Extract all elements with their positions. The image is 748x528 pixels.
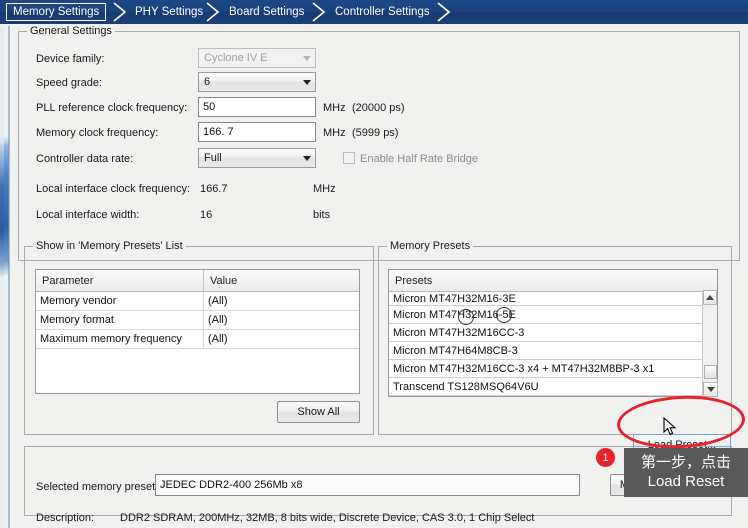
local-interface-width-value: 16 xyxy=(200,209,213,221)
show-in-memory-presets-list-title: Show in 'Memory Presets' List xyxy=(33,240,186,252)
memory-clock-frequency-value: 166. 7 xyxy=(203,126,234,138)
speed-grade-label: Speed grade: xyxy=(36,77,103,89)
pll-reference-clock-note: (20000 ps) xyxy=(352,102,405,114)
general-settings-group: General Settings xyxy=(18,25,740,261)
scroll-down-button[interactable] xyxy=(703,382,718,397)
controller-data-rate-value: Full xyxy=(204,152,222,164)
cursor-artifact-circle-1 xyxy=(458,309,474,325)
pll-reference-clock-value: 50 xyxy=(203,101,216,113)
list-item[interactable]: Micron MT47H64M8CB-3 xyxy=(389,342,717,360)
table-row[interactable]: Memory format (All) xyxy=(36,311,359,330)
memory-presets-list-header: Presets xyxy=(389,270,717,292)
filter-row-value[interactable]: (All) xyxy=(202,311,359,329)
filter-row-parameter: Memory vendor xyxy=(40,295,117,307)
cursor-artifact-circle-2 xyxy=(496,307,512,323)
selected-memory-preset-field: JEDEC DDR2-400 256Mb x8 xyxy=(155,474,580,496)
memory-presets-column-header[interactable]: Presets xyxy=(389,270,702,291)
show-all-button-label: Show All xyxy=(297,406,340,418)
scrollbar-thumb[interactable] xyxy=(704,365,717,379)
local-interface-clock-unit: MHz xyxy=(313,183,336,195)
wizard-tab-bar: Memory Settings PHY Settings Board Setti… xyxy=(0,0,748,24)
selected-memory-preset-value: JEDEC DDR2-400 256Mb x8 xyxy=(160,479,303,491)
speed-grade-value: 6 xyxy=(204,76,211,88)
filter-parameters-table-header: Parameter Value xyxy=(36,270,359,292)
local-interface-width-label: Local interface width: xyxy=(36,209,140,221)
tab-chevron-1 xyxy=(112,2,130,22)
filter-parameters-table: Parameter Value Memory vendor (All) Memo… xyxy=(35,269,360,394)
filter-row-value[interactable]: (All) xyxy=(202,292,359,310)
memory-clock-frequency-unit: MHz xyxy=(323,127,346,139)
tab-board-settings[interactable]: Board Settings xyxy=(227,0,306,24)
tab-chevron-4 xyxy=(436,2,454,22)
chevron-down-icon-speed-grade xyxy=(299,79,315,85)
memory-presets-scrollbar[interactable] xyxy=(702,290,718,397)
chevron-down-icon-device-family xyxy=(299,55,315,61)
memory-clock-frequency-input[interactable]: 166. 7 xyxy=(198,122,316,142)
list-item[interactable]: Transcend TS128MSQ64V6U xyxy=(389,378,717,396)
pll-reference-clock-input[interactable]: 50 xyxy=(198,97,316,117)
annotation-step-number: 1 xyxy=(602,451,609,464)
tab-chevron-2 xyxy=(205,2,223,22)
filter-row-parameter: Maximum memory frequency xyxy=(40,333,182,345)
window-left-edge-strip-inner xyxy=(0,26,4,528)
pll-reference-clock-label: PLL reference clock frequency: xyxy=(36,102,188,114)
tab-controller-settings-label: Controller Settings xyxy=(335,6,430,18)
pll-reference-clock-unit: MHz xyxy=(323,102,346,114)
filter-column-header-parameter[interactable]: Parameter xyxy=(36,270,203,291)
table-row[interactable]: Memory vendor (All) xyxy=(36,292,359,311)
annotation-step-badge: 1 xyxy=(596,448,615,467)
annotation-tooltip-line2: Load Reset xyxy=(647,473,725,490)
show-all-button[interactable]: Show All xyxy=(277,401,360,423)
enable-half-rate-bridge-checkbox[interactable] xyxy=(343,152,355,164)
tab-phy-settings-label: PHY Settings xyxy=(135,6,204,18)
list-item[interactable]: Micron MT47H32M16CC-3 xyxy=(389,324,717,342)
tab-controller-settings[interactable]: Controller Settings xyxy=(333,0,432,24)
tab-board-settings-label: Board Settings xyxy=(229,6,305,18)
annotation-tooltip-line1: 第一步，点击 xyxy=(640,454,731,471)
local-interface-width-unit: bits xyxy=(313,209,331,221)
controller-data-rate-combobox[interactable]: Full xyxy=(198,148,316,168)
tab-memory-settings[interactable]: Memory Settings xyxy=(6,0,107,24)
tab-memory-settings-label: Memory Settings xyxy=(6,3,107,21)
memory-presets-title: Memory Presets xyxy=(387,240,474,252)
description-label: Description: xyxy=(36,512,95,524)
filter-row-parameter: Memory format xyxy=(40,314,114,326)
memory-presets-list[interactable]: Presets Micron MT47H32M16-3E Micron MT47… xyxy=(388,269,718,397)
device-family-value: Cyclone IV E xyxy=(204,52,268,64)
list-item[interactable]: Micron MT47H32M16-5E xyxy=(389,306,717,324)
list-item[interactable]: Micron MT47H32M16CC-3 x4 + MT47H32M8BP-3… xyxy=(389,360,717,378)
device-family-combobox[interactable]: Cyclone IV E xyxy=(198,48,316,68)
chevron-down-icon-controller-data-rate xyxy=(299,155,315,161)
tab-phy-settings[interactable]: PHY Settings xyxy=(133,0,205,24)
memory-clock-frequency-label: Memory clock frequency: xyxy=(36,127,159,139)
speed-grade-combobox[interactable]: 6 xyxy=(198,72,316,92)
mouse-cursor-icon xyxy=(663,417,677,436)
filter-row-value[interactable]: (All) xyxy=(202,330,359,348)
scroll-up-button[interactable] xyxy=(703,290,717,305)
controller-data-rate-label: Controller data rate: xyxy=(36,153,134,165)
enable-half-rate-bridge-label: Enable Half Rate Bridge xyxy=(360,153,479,165)
description-value: DDR2 SDRAM, 200MHz, 32MB, 8 bits wide, D… xyxy=(120,512,535,524)
list-item[interactable]: Micron MT47H32M16-3E xyxy=(389,292,717,306)
selected-memory-preset-label: Selected memory preset: xyxy=(36,481,159,493)
annotation-tooltip: 第一步，点击 Load Reset xyxy=(624,448,748,497)
tab-chevron-3 xyxy=(311,2,329,22)
general-settings-title: General Settings xyxy=(27,25,115,37)
local-interface-clock-value: 166.7 xyxy=(200,183,228,195)
memory-clock-frequency-note: (5999 ps) xyxy=(352,127,399,139)
filter-column-header-value[interactable]: Value xyxy=(202,270,359,291)
local-interface-clock-label: Local interface clock frequency: xyxy=(36,183,191,195)
device-family-label: Device family: xyxy=(36,53,105,65)
table-row[interactable]: Maximum memory frequency (All) xyxy=(36,330,359,349)
